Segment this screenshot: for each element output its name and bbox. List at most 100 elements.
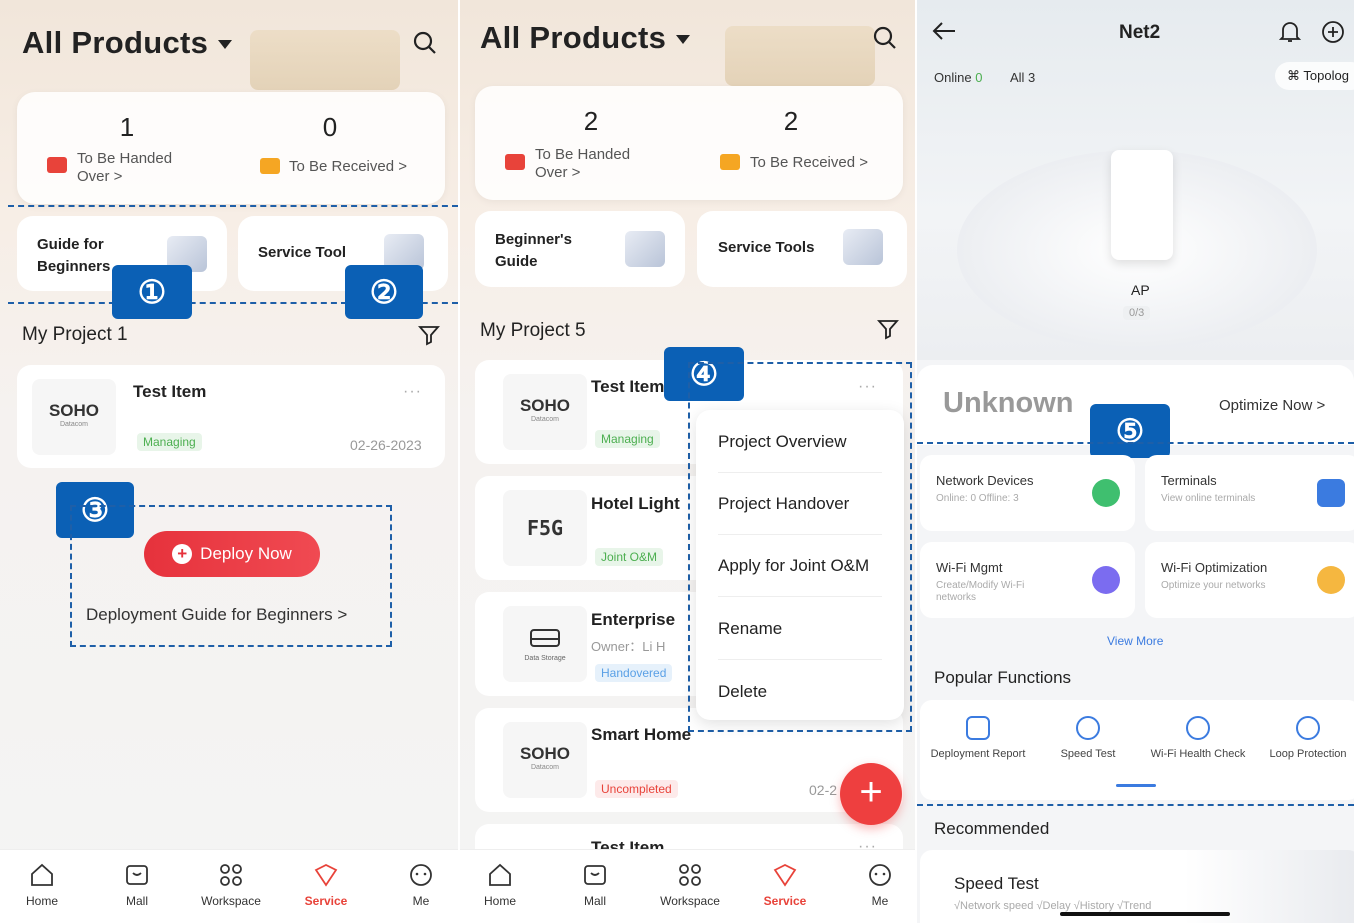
tab-home[interactable]: Home <box>460 862 540 908</box>
divider <box>718 472 882 473</box>
router-icon <box>1317 479 1345 507</box>
card-subtitle: Online: 0 Offline: 3 <box>936 493 1019 504</box>
chevron-down-icon <box>676 35 691 45</box>
annotation-badge-5: ⑤ <box>1090 404 1170 458</box>
menu-item-project-handover[interactable]: Project Handover <box>718 494 849 514</box>
terminals-card[interactable]: Terminals View online terminals <box>1145 455 1354 531</box>
tab-service[interactable]: Service <box>745 862 825 908</box>
device-name: AP <box>1131 282 1150 298</box>
speed-test-shortcut[interactable]: Speed Test <box>1038 716 1138 761</box>
project-name: Hotel Light <box>591 494 680 513</box>
menu-item-apply-joint-om[interactable]: Apply for Joint O&M <box>718 556 869 576</box>
back-arrow-icon[interactable] <box>931 20 957 42</box>
health-check-icon <box>1186 716 1210 740</box>
divider <box>718 659 882 660</box>
home-icon <box>489 863 511 886</box>
wifi-icon <box>1092 566 1120 594</box>
network-title: Net2 <box>1119 22 1161 43</box>
scroll-indicator <box>1116 784 1156 787</box>
divider <box>718 534 882 535</box>
to-be-received-link[interactable]: To Be Received > <box>750 154 868 172</box>
topology-icon: ⌘ <box>1287 68 1304 83</box>
device-count: 0/3 <box>1123 306 1151 320</box>
handover-icon <box>505 154 525 170</box>
deploy-now-button[interactable]: + Deploy Now <box>144 531 320 577</box>
tab-mall[interactable]: Mall <box>555 862 635 908</box>
status-badge: Handovered <box>595 664 673 682</box>
filter-icon[interactable] <box>418 324 440 346</box>
menu-item-project-overview[interactable]: Project Overview <box>718 432 846 452</box>
card-subtitle: Create/Modify Wi-Fi networks <box>936 580 1025 603</box>
online-filter[interactable]: Online 0 <box>934 70 982 85</box>
header-illustration <box>725 26 875 86</box>
bottom-tab-bar: Home Mall Workspace Service Me <box>460 849 915 923</box>
tab-me[interactable]: Me <box>381 862 458 908</box>
wifi-mgmt-card[interactable]: Wi-Fi Mgmt Create/Modify Wi-Fi networks <box>920 542 1135 618</box>
view-more-link[interactable]: View More <box>1107 634 1163 648</box>
project-name: Smart Home <box>591 725 692 744</box>
plus-circle-icon: + <box>172 544 193 564</box>
annotation-badge-2: ② <box>345 265 423 319</box>
me-icon <box>410 864 432 886</box>
loop-icon <box>1296 716 1320 740</box>
menu-item-delete[interactable]: Delete <box>718 682 767 702</box>
toolbox-illustration-icon <box>843 229 883 265</box>
optimize-now-link[interactable]: Optimize Now > <box>1219 397 1325 414</box>
workspace-icon <box>220 864 242 886</box>
ap-device-image[interactable] <box>1111 150 1173 260</box>
to-be-handed-over-count: 2 <box>583 106 599 136</box>
deployment-report-shortcut[interactable]: Deployment Report <box>928 716 1028 761</box>
page-title[interactable]: All Products <box>480 20 691 56</box>
status-badge: Managing <box>595 430 660 448</box>
tab-me[interactable]: Me <box>840 862 915 908</box>
more-options-icon[interactable]: ··· <box>403 383 422 401</box>
deployment-guide-link[interactable]: Deployment Guide for Beginners > <box>86 605 347 625</box>
wifi-optimization-card[interactable]: Wi-Fi Optimization Optimize your network… <box>1145 542 1354 618</box>
project-logo: Data Storage <box>503 606 587 682</box>
tile-label: Beginner's Guide <box>495 231 572 270</box>
handover-card: 2 2 To Be Handed Over > To Be Received > <box>475 86 903 200</box>
tab-workspace[interactable]: Workspace <box>191 862 271 908</box>
beginners-guide-tile[interactable]: Beginner's Guide <box>475 211 685 287</box>
storage-icon <box>530 629 560 647</box>
tab-workspace[interactable]: Workspace <box>650 862 730 908</box>
add-circle-icon[interactable] <box>1321 20 1345 44</box>
all-filter[interactable]: All 3 <box>1010 70 1035 85</box>
project-date: 02-2 <box>809 782 838 798</box>
to-be-received-link[interactable]: To Be Received > <box>289 158 407 176</box>
page-title[interactable]: All Products <box>22 25 233 61</box>
header-illustration <box>250 30 400 90</box>
menu-item-rename[interactable]: Rename <box>718 619 782 639</box>
speed-test-banner[interactable]: Speed Test √Network speed √Delay √Histor… <box>920 850 1354 923</box>
tile-label: Service Tool <box>258 244 347 261</box>
project-card[interactable]: SOHO Datacom Test Item ··· Managing 02-2… <box>17 365 445 468</box>
service-icon <box>773 863 797 887</box>
tab-mall[interactable]: Mall <box>97 862 177 908</box>
bell-icon[interactable] <box>1279 20 1301 44</box>
tab-service[interactable]: Service <box>286 862 366 908</box>
to-be-received-count: 0 <box>322 112 338 142</box>
project-name: Enterprise <box>591 610 676 629</box>
mall-icon <box>584 865 606 885</box>
to-be-handed-over-link[interactable]: To Be Handed Over > <box>535 146 655 182</box>
wifi-health-check-shortcut[interactable]: Wi-Fi Health Check <box>1148 716 1248 761</box>
optimize-icon <box>1317 566 1345 594</box>
topology-button[interactable]: ⌘ Topolog <box>1275 62 1354 90</box>
handover-card: 1 0 To Be Handed Over > To Be Received > <box>17 92 445 204</box>
annotation-badge-1: ① <box>112 265 192 319</box>
tab-home[interactable]: Home <box>2 862 82 908</box>
service-tools-tile[interactable]: Service Tools <box>697 211 907 287</box>
network-devices-card[interactable]: Network Devices Online: 0 Offline: 3 <box>920 455 1135 531</box>
receive-icon <box>260 158 280 174</box>
add-project-button[interactable]: + <box>840 763 902 825</box>
chevron-down-icon <box>218 40 233 50</box>
search-icon[interactable] <box>412 30 438 56</box>
home-indicator <box>1060 912 1230 916</box>
banner-title: Speed Test <box>954 874 1039 893</box>
loop-protection-shortcut[interactable]: Loop Protection <box>1258 716 1354 761</box>
recommended-heading: Recommended <box>934 819 1050 838</box>
to-be-handed-over-link[interactable]: To Be Handed Over > <box>77 150 197 186</box>
screen-all-products-2: All Products 2 2 To Be Handed Over > To … <box>460 0 915 923</box>
search-icon[interactable] <box>872 25 898 51</box>
filter-icon[interactable] <box>877 318 899 340</box>
